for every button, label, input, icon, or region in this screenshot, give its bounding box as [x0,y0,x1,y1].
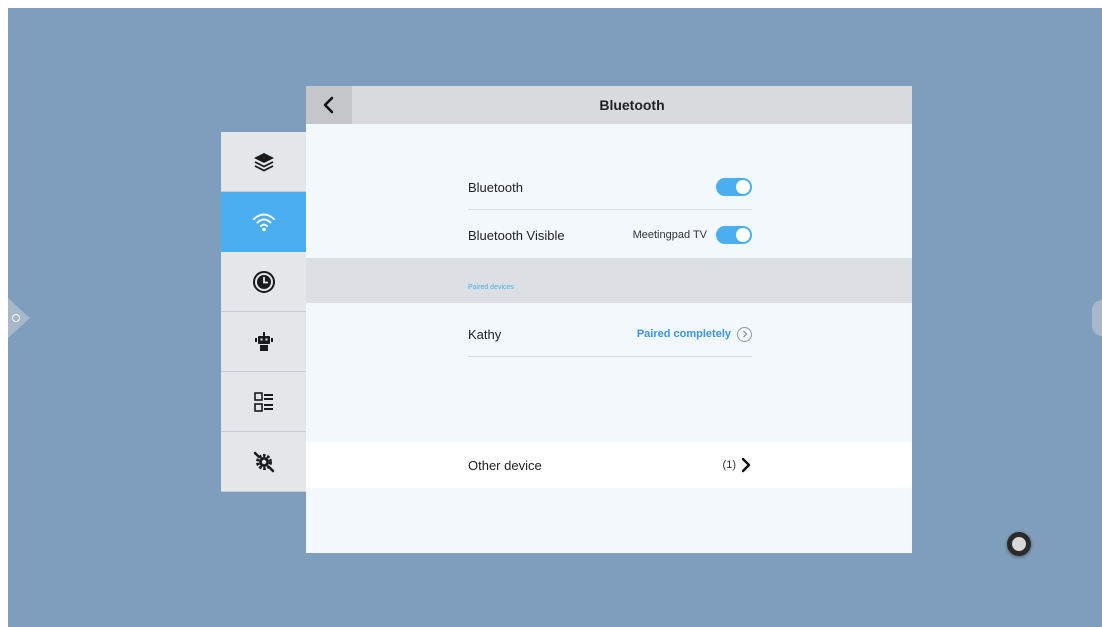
right-edge-handle[interactable] [1092,300,1102,336]
sidebar-item-display[interactable] [221,132,306,192]
other-device-count: (1) [722,459,736,471]
circle-icon [1012,537,1026,551]
sidebar-item-system[interactable] [221,432,306,492]
handle-dot-icon [12,314,20,322]
paired-device-row[interactable]: Kathy Paired completely [468,311,752,357]
other-device-label: Other device [468,457,542,473]
bluetooth-visible-toggle[interactable] [716,226,752,244]
toggle-knob [736,180,750,194]
bluetooth-row: Bluetooth [468,164,752,210]
chevron-right-icon [742,330,747,338]
bluetooth-visible-row: Bluetooth Visible Meetingpad TV [468,212,752,258]
gear-wrench-icon [253,451,274,472]
sidebar-item-input[interactable] [221,372,306,432]
bluetooth-panel: Bluetooth Bluetooth Bluetooth Visible Me… [306,86,912,553]
back-button[interactable] [306,86,352,124]
left-edge-handle[interactable] [8,298,30,338]
toggle-knob [736,228,750,242]
layers-icon [253,152,274,172]
page-title: Bluetooth [599,97,665,113]
robot-icon [254,331,273,351]
paired-status: Paired completely [636,328,731,340]
floating-assistive-button[interactable] [1007,532,1031,556]
chevron-right-icon [741,457,751,473]
bluetooth-toggle[interactable] [716,178,752,196]
sidebar-item-date-time[interactable] [221,252,306,312]
paired-devices-label: Paired devices [468,284,514,291]
device-details-button[interactable] [737,326,752,342]
desktop-background: Bluetooth Bluetooth Bluetooth Visible Me… [8,8,1102,627]
title-bar: Bluetooth [306,86,912,124]
other-device-row[interactable]: Other device (1) [468,442,752,488]
list-icon [253,391,273,412]
bluetooth-label: Bluetooth [468,179,523,195]
settings-sidebar [221,132,306,492]
bluetooth-visible-label: Bluetooth Visible [468,227,565,243]
paired-device-name: Kathy [468,326,502,342]
paired-devices-header: Paired devices [306,258,912,303]
chevron-left-icon [323,96,334,114]
sidebar-item-network[interactable] [221,192,306,252]
sidebar-item-apps[interactable] [221,312,306,372]
device-name: Meetingpad TV [632,229,707,241]
clock-icon [252,270,275,293]
wifi-icon [252,213,275,231]
